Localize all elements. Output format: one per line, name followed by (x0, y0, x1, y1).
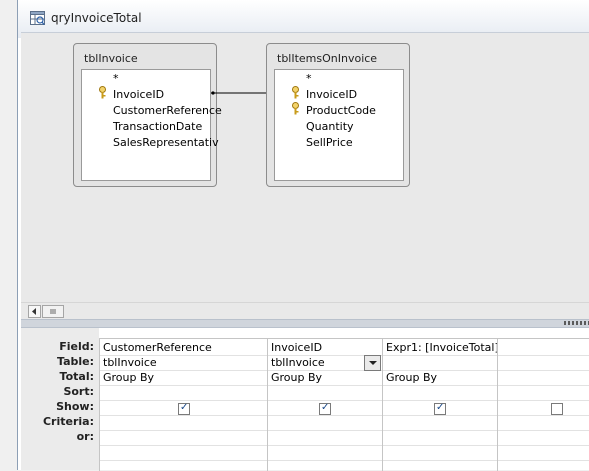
show-checkbox[interactable]: ✓ (319, 402, 331, 415)
field-item[interactable]: InvoiceID (113, 88, 164, 101)
field-item[interactable]: TransactionDate (113, 120, 202, 133)
table-box-tblinvoice[interactable]: tblInvoice * InvoiceID CustomerReference… (73, 43, 222, 187)
grip-icon (50, 309, 56, 314)
grid-column[interactable] (497, 338, 589, 471)
checkmark-icon: ✓ (180, 402, 189, 413)
field-item[interactable]: SalesRepresentativ (113, 136, 219, 149)
field-cell[interactable]: Expr1: [InvoiceTotal] (386, 341, 499, 354)
field-cell[interactable]: CustomerReference (103, 341, 212, 354)
row-label-total: Total: (59, 370, 94, 383)
grid-row-labels: Field: Table: Total: Sort: Show: Criteri… (21, 328, 99, 470)
scroll-thumb[interactable] (42, 305, 64, 318)
query-design-window: qryInvoiceTotal tblInvoice * InvoiceID C… (17, 0, 589, 471)
pane-splitter[interactable] (21, 319, 589, 328)
row-label-criteria: Criteria: (42, 415, 94, 428)
table-cell[interactable]: tblInvoice (103, 356, 157, 369)
table-design-area[interactable]: tblInvoice * InvoiceID CustomerReference… (21, 32, 589, 303)
grid-column[interactable]: CustomerReference tblInvoice Group By ✓ (99, 338, 268, 471)
query-icon (30, 11, 45, 25)
row-label-show: Show: (56, 400, 94, 413)
row-label-sort: Sort: (63, 385, 94, 398)
query-design-grid[interactable]: Field: Table: Total: Sort: Show: Criteri… (21, 328, 589, 471)
row-label-or: or: (76, 430, 94, 443)
total-cell[interactable]: Group By (271, 371, 322, 384)
table-title: tblItemsOnInvoice (277, 52, 378, 65)
table-title: tblInvoice (84, 52, 138, 65)
window-title: qryInvoiceTotal (51, 11, 142, 25)
field-item[interactable]: CustomerReference (113, 104, 222, 117)
key-icon (99, 86, 106, 99)
field-list[interactable]: * InvoiceID ProductCode Quantity SellPri… (274, 69, 404, 181)
table-dropdown-button[interactable] (364, 355, 381, 371)
field-item[interactable]: ProductCode (306, 104, 376, 117)
show-checkbox[interactable]: ✓ (178, 402, 190, 415)
table-box-tblitemsoninvoice[interactable]: tblItemsOnInvoice * InvoiceID ProductCod… (266, 43, 410, 187)
arrow-left-icon (32, 308, 36, 315)
splitter-grip-icon (564, 321, 589, 325)
field-item[interactable]: InvoiceID (306, 88, 357, 101)
field-item[interactable]: Quantity (306, 120, 354, 133)
grid-column[interactable]: InvoiceID tblInvoice Group By ✓ (267, 338, 383, 471)
show-checkbox[interactable]: ✓ (434, 402, 446, 415)
chevron-down-icon (369, 361, 377, 365)
horizontal-scrollbar[interactable] (21, 302, 589, 320)
grid-column[interactable]: Expr1: [InvoiceTotal] Group By ✓ (382, 338, 499, 471)
field-item[interactable]: SellPrice (306, 136, 353, 149)
join-line[interactable] (211, 90, 271, 96)
total-cell[interactable]: Group By (386, 371, 437, 384)
field-item[interactable]: * (306, 72, 312, 85)
table-cell[interactable]: tblInvoice (271, 356, 325, 369)
field-cell[interactable]: InvoiceID (271, 341, 322, 354)
checkmark-icon: ✓ (321, 402, 330, 413)
checkmark-icon: ✓ (436, 402, 445, 413)
total-cell[interactable]: Group By (103, 371, 154, 384)
field-list[interactable]: * InvoiceID CustomerReference Transactio… (81, 69, 222, 181)
row-label-table: Table: (56, 355, 94, 368)
row-label-field: Field: (59, 340, 94, 353)
field-item[interactable]: * (113, 72, 119, 85)
scroll-left-button[interactable] (28, 305, 41, 318)
show-checkbox[interactable] (551, 403, 563, 415)
key-icon (292, 102, 299, 115)
key-icon (292, 86, 299, 99)
